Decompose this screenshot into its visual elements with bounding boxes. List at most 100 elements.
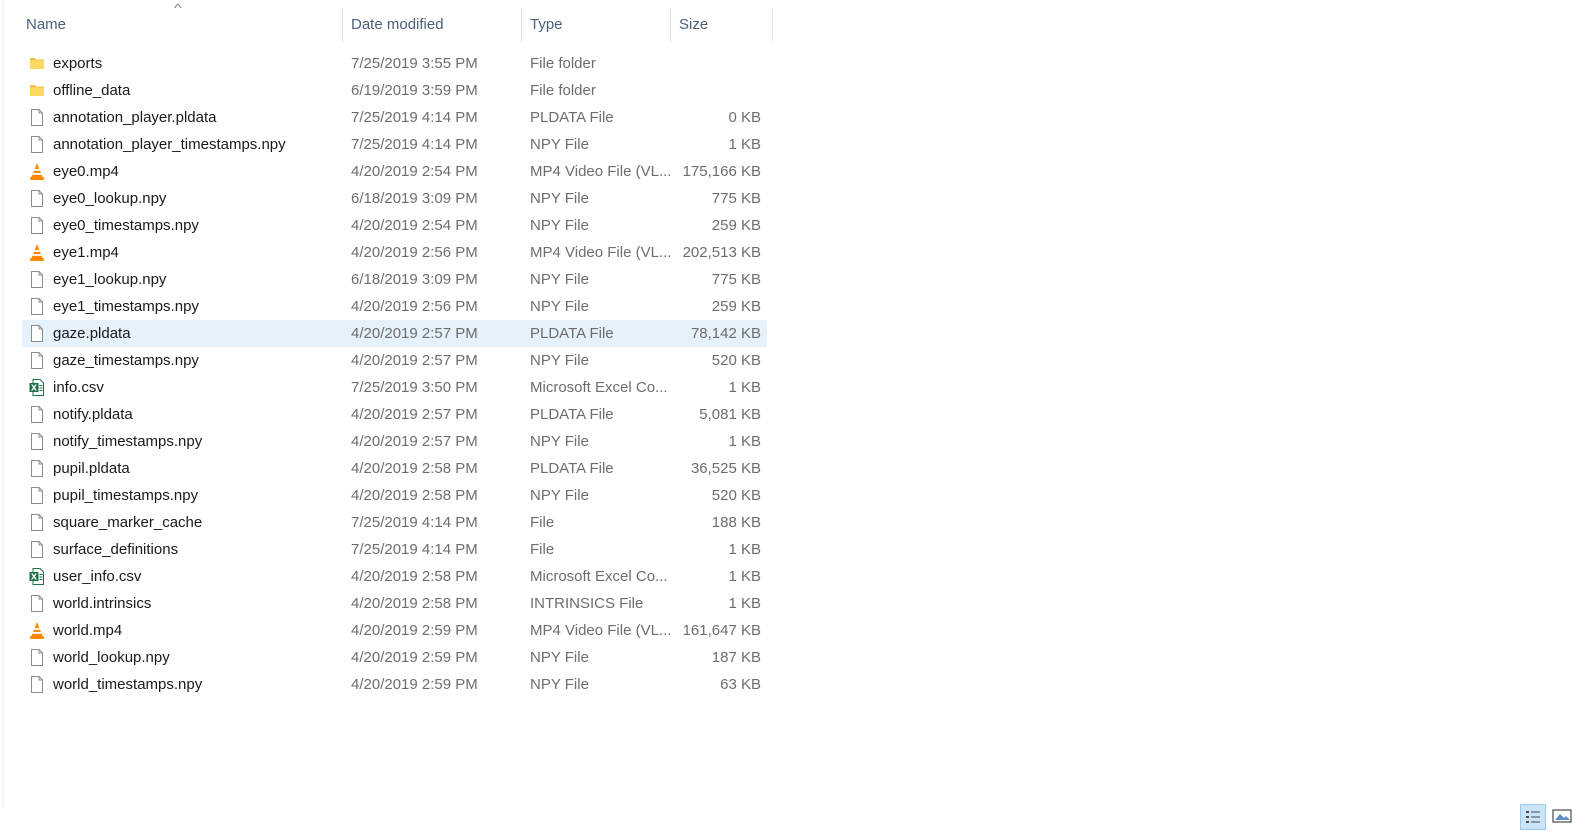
file-row[interactable]: Xuser_info.csv 4/20/2019 2:58 PM Microsoft… [22, 563, 767, 590]
file-type: PLDATA File [530, 325, 614, 342]
file-row[interactable]: eye0_lookup.npy 6/18/2019 3:09 PM NPY File… [22, 185, 767, 212]
file-icon [29, 513, 45, 532]
file-type: NPY File [530, 649, 589, 666]
file-type: NPY File [530, 487, 589, 504]
file-icon [29, 297, 45, 316]
vlc-icon [29, 243, 45, 262]
vlc-icon [29, 621, 45, 640]
file-name: user_info.csv [53, 568, 142, 585]
details-view-icon[interactable] [1520, 804, 1546, 830]
file-name: world_lookup.npy [53, 649, 170, 666]
column-header-date-modified[interactable]: Date modified [343, 8, 522, 42]
file-name: exports [53, 55, 103, 72]
file-row[interactable]: Xinfo.csv 7/25/2019 3:50 PM Microsoft Exce… [22, 374, 767, 401]
file-row[interactable]: eye1_timestamps.npy 4/20/2019 2:56 PM NPY … [22, 293, 767, 320]
file-date: 7/25/2019 4:14 PM [351, 136, 478, 153]
file-type: INTRINSICS File [530, 595, 644, 612]
file-name: pupil_timestamps.npy [53, 487, 199, 504]
file-name: eye1_timestamps.npy [53, 298, 199, 315]
file-icon [29, 351, 45, 370]
file-size: 520 KB [711, 352, 761, 369]
file-date: 4/20/2019 2:58 PM [351, 487, 478, 504]
file-name: eye1_lookup.npy [53, 271, 167, 288]
vlc-icon [29, 162, 45, 181]
file-size: 36,525 KB [690, 460, 761, 477]
file-row[interactable]: eye1.mp4 4/20/2019 2:56 PM MP4 Video File … [22, 239, 767, 266]
file-size: 1 KB [728, 568, 761, 585]
file-row[interactable]: gaze_timestamps.npy 4/20/2019 2:57 PM NPY … [22, 347, 767, 374]
excel-icon: X [29, 378, 45, 397]
file-type: NPY File [530, 433, 589, 450]
file-type: NPY File [530, 190, 589, 207]
file-size: 1 KB [728, 379, 761, 396]
file-row[interactable]: offline_data 6/19/2019 3:59 PM File folder [22, 77, 767, 104]
file-row[interactable]: world_timestamps.npy 4/20/2019 2:59 PM NPY… [22, 671, 767, 698]
file-date: 4/20/2019 2:58 PM [351, 568, 478, 585]
file-type: MP4 Video File (VL... [530, 163, 672, 180]
file-name: eye0.mp4 [53, 163, 119, 180]
file-date: 4/20/2019 2:58 PM [351, 595, 478, 612]
file-date: 4/20/2019 2:59 PM [351, 676, 478, 693]
file-name: eye1.mp4 [53, 244, 119, 261]
file-size: 259 KB [711, 217, 761, 234]
file-name: notify.pldata [53, 406, 133, 423]
svg-text:X: X [31, 383, 38, 392]
file-date: 7/25/2019 4:14 PM [351, 109, 478, 126]
column-header-size[interactable]: Size [671, 8, 773, 42]
file-row[interactable]: notify_timestamps.npy 4/20/2019 2:57 PM NP… [22, 428, 767, 455]
file-row[interactable]: eye0.mp4 4/20/2019 2:54 PM MP4 Video File … [22, 158, 767, 185]
file-size: 0 KB [728, 109, 761, 126]
column-header-type[interactable]: Type [522, 8, 671, 42]
file-size: 161,647 KB [682, 622, 761, 639]
file-row[interactable]: gaze.pldata 4/20/2019 2:57 PM PLDATA File 7… [22, 320, 767, 347]
file-row[interactable]: eye0_timestamps.npy 4/20/2019 2:54 PM NPY … [22, 212, 767, 239]
file-icon [29, 432, 45, 451]
file-size: 63 KB [720, 676, 761, 693]
file-type: MP4 Video File (VL... [530, 622, 672, 639]
large-icons-view-icon[interactable] [1550, 804, 1574, 830]
file-date: 4/20/2019 2:58 PM [351, 460, 478, 477]
pane-edge [0, 0, 4, 808]
file-row[interactable]: annotation_player.pldata 7/25/2019 4:14 P… [22, 104, 767, 131]
file-size: 202,513 KB [682, 244, 761, 261]
file-date: 4/20/2019 2:56 PM [351, 244, 478, 261]
file-size: 187 KB [711, 649, 761, 666]
file-size: 78,142 KB [690, 325, 761, 342]
file-row[interactable]: annotation_player_timestamps.npy 7/25/201… [22, 131, 767, 158]
file-row[interactable]: notify.pldata 4/20/2019 2:57 PM PLDATA Fil… [22, 401, 767, 428]
file-row[interactable]: pupil_timestamps.npy 4/20/2019 2:58 PM NPY… [22, 482, 767, 509]
excel-icon: X [29, 567, 45, 586]
file-type: NPY File [530, 271, 589, 288]
file-icon [29, 594, 45, 613]
file-row[interactable]: world.intrinsics 4/20/2019 2:58 PM INTRINS… [22, 590, 767, 617]
file-date: 4/20/2019 2:57 PM [351, 406, 478, 423]
file-row[interactable]: eye1_lookup.npy 6/18/2019 3:09 PM NPY File… [22, 266, 767, 293]
file-icon [29, 135, 45, 154]
file-size: 5,081 KB [699, 406, 761, 423]
file-name: annotation_player_timestamps.npy [53, 136, 286, 153]
folder-icon [29, 81, 45, 100]
file-row[interactable]: world_lookup.npy 4/20/2019 2:59 PM NPY Fil… [22, 644, 767, 671]
file-type: NPY File [530, 298, 589, 315]
file-date: 4/20/2019 2:56 PM [351, 298, 478, 315]
file-row[interactable]: exports 7/25/2019 3:55 PM File folder [22, 50, 767, 77]
file-icon [29, 486, 45, 505]
file-date: 7/25/2019 3:50 PM [351, 379, 478, 396]
file-type: PLDATA File [530, 109, 614, 126]
file-row[interactable]: pupil.pldata 4/20/2019 2:58 PM PLDATA File… [22, 455, 767, 482]
file-name: info.csv [53, 379, 104, 396]
file-date: 4/20/2019 2:59 PM [351, 649, 478, 666]
file-size: 775 KB [711, 271, 761, 288]
file-row[interactable]: surface_definitions 7/25/2019 4:14 PM File… [22, 536, 767, 563]
file-name: surface_definitions [53, 541, 179, 558]
file-name: gaze.pldata [53, 325, 131, 342]
folder-icon [29, 54, 45, 73]
file-row[interactable]: square_marker_cache 7/25/2019 4:14 PM File… [22, 509, 767, 536]
file-icon [29, 270, 45, 289]
file-row[interactable]: world.mp4 4/20/2019 2:59 PM MP4 Video File… [22, 617, 767, 644]
file-date: 4/20/2019 2:54 PM [351, 217, 478, 234]
file-size: 259 KB [711, 298, 761, 315]
sort-ascending-icon: ^ [173, 1, 182, 15]
file-size: 188 KB [711, 514, 761, 531]
file-date: 4/20/2019 2:57 PM [351, 325, 478, 342]
